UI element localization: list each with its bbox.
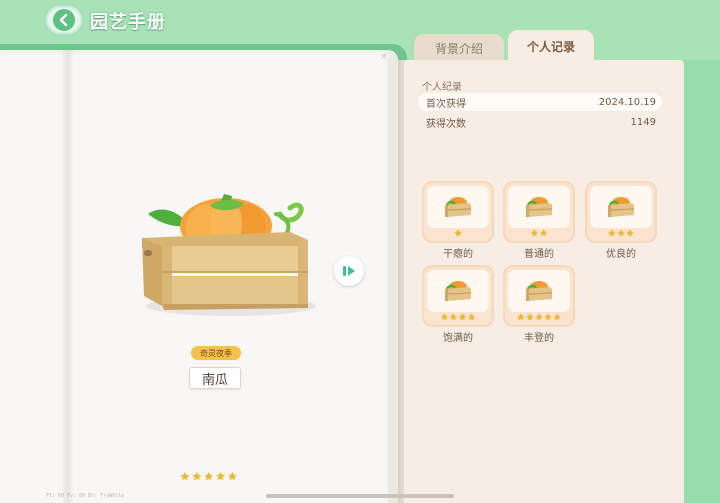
- tab-background-intro[interactable]: 背景介绍: [414, 34, 504, 62]
- star-icon: ★: [203, 470, 214, 483]
- quality-card-inner: [590, 186, 652, 228]
- quality-label: 普通的: [524, 249, 554, 260]
- item-name: 南瓜: [189, 367, 241, 389]
- star-icon: ★: [516, 313, 525, 323]
- quality-stars: ★ ★ ★ ★ ★: [505, 313, 573, 323]
- record-row-obtained-count: 获得次数 1149: [418, 113, 662, 131]
- star-icon: ★: [191, 470, 202, 483]
- pumpkin-crate-icon: [606, 195, 636, 223]
- quality-label: 饱满的: [443, 333, 473, 344]
- quality-label: 干瘪的: [443, 249, 473, 260]
- quality-card[interactable]: ★ ★: [503, 181, 575, 243]
- star-icon: ★: [534, 313, 544, 323]
- star-icon: ★: [458, 313, 467, 323]
- quality-stars: ★: [424, 229, 492, 239]
- star-icon: ★: [544, 313, 553, 323]
- back-button[interactable]: [46, 6, 82, 34]
- star-icon: ★: [626, 229, 635, 239]
- build-info: Ft: 60 Fv: 60 Br: TryWhile: [46, 493, 125, 499]
- quality-card-inner: [508, 270, 570, 312]
- next-button[interactable]: [334, 256, 364, 286]
- record-value: 1149: [630, 116, 656, 128]
- quality-label: 优良的: [606, 249, 636, 260]
- quality-stars: ★ ★ ★ ★: [424, 313, 492, 323]
- star-icon: ★: [453, 229, 463, 239]
- quality-label: 丰登的: [524, 333, 554, 344]
- tab-personal-record[interactable]: 个人记录: [508, 30, 594, 62]
- star-icon: ★: [530, 229, 539, 239]
- item-star-rating: ★ ★ ★ ★ ★: [180, 471, 237, 485]
- quality-card-inner: [427, 270, 489, 312]
- record-heading: 个人纪录: [422, 82, 462, 93]
- home-indicator[interactable]: [266, 494, 454, 498]
- quality-stars: ★ ★: [505, 229, 573, 239]
- quality-card[interactable]: ★: [422, 181, 494, 243]
- star-icon: ★: [440, 313, 449, 323]
- record-row-first-obtained: 首次获得 2024.10.19: [418, 93, 662, 111]
- star-icon: ★: [180, 470, 190, 483]
- star-icon: ★: [525, 313, 534, 323]
- star-icon: ★: [553, 313, 562, 323]
- pumpkin-crate-illustration: [140, 190, 320, 320]
- quality-stars: ★ ★ ★: [587, 229, 655, 239]
- play-triangle-icon: [343, 266, 355, 276]
- page-edge: [388, 58, 398, 503]
- star-icon: ★: [215, 470, 226, 483]
- pumpkin-crate-icon: [524, 195, 554, 223]
- page-title: 园艺手册: [90, 12, 166, 33]
- quality-card-inner: [508, 186, 570, 228]
- page-fold: [62, 50, 74, 503]
- close-mark[interactable]: ×: [380, 52, 388, 62]
- record-label: 首次获得: [426, 98, 466, 110]
- pumpkin-crate-icon: [524, 279, 554, 307]
- quality-card-inner: [427, 186, 489, 228]
- record-label: 获得次数: [426, 118, 466, 130]
- pumpkin-crate-icon: [443, 195, 473, 223]
- quality-card[interactable]: ★ ★ ★ ★: [422, 265, 494, 327]
- star-icon: ★: [616, 229, 626, 239]
- star-icon: ★: [539, 229, 548, 239]
- chevron-left-icon: [53, 9, 75, 31]
- season-badge: 奇灵夜季: [191, 346, 241, 360]
- record-value: 2024.10.19: [598, 96, 656, 108]
- pumpkin-crate-icon: [443, 279, 473, 307]
- star-icon: ★: [227, 470, 238, 483]
- quality-card[interactable]: ★ ★ ★ ★ ★: [503, 265, 575, 327]
- star-icon: ★: [449, 313, 458, 323]
- star-icon: ★: [467, 313, 476, 323]
- star-icon: ★: [607, 229, 616, 239]
- quality-card[interactable]: ★ ★ ★: [585, 181, 657, 243]
